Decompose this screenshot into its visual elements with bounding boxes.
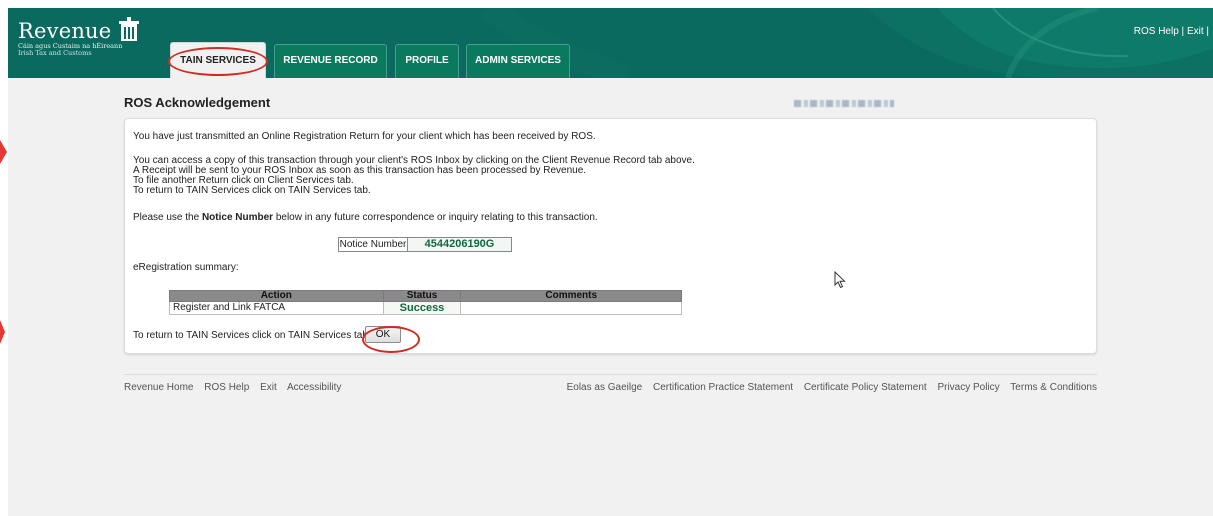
notice-instruction-prefix: Please use the: [133, 212, 202, 223]
header-exit-link[interactable]: Exit: [1187, 26, 1204, 37]
notice-instruction-suffix: below in any future correspondence or in…: [273, 212, 598, 223]
footer-link-certification-practice[interactable]: Certification Practice Statement: [653, 382, 793, 393]
tab-admin-services[interactable]: ADMIN SERVICES: [466, 44, 570, 78]
footer-link-ros-help[interactable]: ROS Help: [204, 382, 249, 393]
column-header-comments: Comments: [460, 290, 682, 302]
footer-link-privacy[interactable]: Privacy Policy: [937, 382, 999, 393]
notice-number-box: Notice Number 4544206190G: [338, 237, 512, 253]
revenue-logo[interactable]: Revenue Cáin agus Custaim na hÉireann Ir…: [18, 16, 140, 57]
tab-tain-services[interactable]: TAIN SERVICES: [170, 42, 266, 78]
header-bar: Revenue Cáin agus Custaim na hÉireann Ir…: [8, 8, 1213, 78]
footer-link-revenue-home[interactable]: Revenue Home: [124, 382, 193, 393]
header-help-link[interactable]: ROS Help: [1134, 26, 1179, 37]
status-cell: Success: [382, 301, 462, 315]
footer-left-links: Revenue Home ROS Help Exit Accessibility: [124, 382, 349, 393]
page-title: ROS Acknowledgement: [124, 95, 271, 110]
transmitted-message: You have just transmitted an Online Regi…: [133, 131, 596, 142]
summary-table-header-row: Action Status Comments: [169, 290, 682, 302]
notice-instruction-bold: Notice Number: [201, 212, 274, 223]
summary-label: eRegistration summary:: [133, 262, 239, 273]
header-links: ROS Help | Exit |: [1134, 26, 1209, 37]
logo-subtitle-english: Irish Tax and Customs: [18, 49, 92, 57]
column-header-action: Action: [169, 290, 384, 302]
blurred-client-id: [794, 100, 894, 107]
footer-divider: [124, 374, 1097, 375]
return-instruction: To return to TAIN Services click on TAIN…: [133, 330, 371, 341]
notice-instruction: Please use the Notice Number below in an…: [133, 212, 598, 223]
harp-logo-icon: [119, 17, 140, 41]
red-annotation-arrow-icon: [0, 140, 7, 344]
comments-cell: [460, 301, 682, 315]
page-frame: Revenue Cáin agus Custaim na hÉireann Ir…: [8, 8, 1213, 516]
header-link-separator: |: [1178, 26, 1187, 37]
footer-link-accessibility[interactable]: Accessibility: [287, 382, 341, 393]
action-cell: Register and Link FATCA: [169, 301, 384, 315]
tab-revenue-record[interactable]: REVENUE RECORD: [274, 44, 387, 78]
mouse-pointer-icon: [834, 271, 846, 289]
footer-link-certificate-policy[interactable]: Certificate Policy Statement: [804, 382, 927, 393]
table-row: Register and Link FATCA Success: [169, 301, 682, 315]
footer-link-terms[interactable]: Terms & Conditions: [1010, 382, 1097, 393]
ok-button[interactable]: OK: [365, 326, 401, 343]
column-header-status: Status: [382, 290, 462, 302]
summary-table: Action Status Comments Register and Link…: [169, 290, 682, 315]
logo-wordmark: Revenue: [18, 19, 112, 43]
footer-right-links: Eolas as Gaeilge Certification Practice …: [567, 382, 1097, 393]
footer-link-exit[interactable]: Exit: [260, 382, 277, 393]
footer-link-irish[interactable]: Eolas as Gaeilge: [567, 382, 643, 393]
notice-number-value: 4544206190G: [408, 237, 512, 252]
notice-number-label: Notice Number: [338, 237, 408, 252]
acknowledgement-panel: You have just transmitted an Online Regi…: [124, 118, 1097, 354]
tab-profile[interactable]: PROFILE: [395, 44, 459, 78]
header-link-separator: |: [1203, 26, 1209, 37]
return-tain-message: To return to TAIN Services click on TAIN…: [133, 185, 371, 196]
